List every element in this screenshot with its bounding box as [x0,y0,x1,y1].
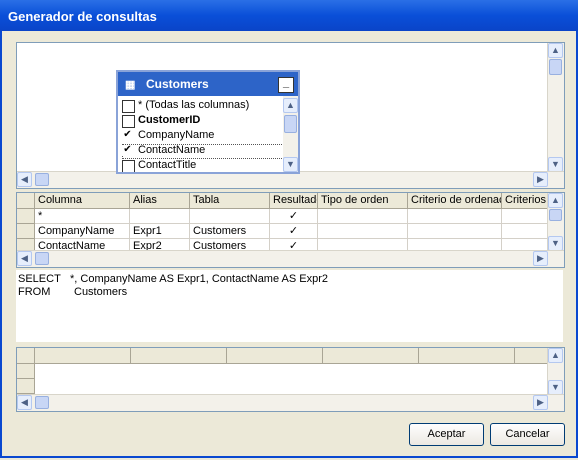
column-item[interactable]: ContactTitle [122,159,284,172]
scroll-up-icon[interactable]: ▲ [548,348,563,363]
column-label: ContactName [138,144,206,156]
scroll-thumb[interactable] [35,252,49,265]
cell-resultado-check-icon[interactable]: ✓ [270,209,318,224]
scroll-right-icon[interactable]: ▶ [533,395,548,410]
sql-pane[interactable]: SELECT *, CompanyName AS Expr1, ContactN… [16,270,563,342]
cell-criterio-ordenacion[interactable] [408,224,502,239]
results-vscroll[interactable]: ▲ ▼ [547,348,564,395]
scroll-thumb[interactable] [284,115,297,133]
scroll-up-icon[interactable]: ▲ [283,98,298,113]
cell-alias[interactable]: Expr1 [130,224,190,239]
column-item[interactable]: CustomerID [122,114,284,129]
cell-tabla[interactable] [190,209,270,224]
minimize-icon[interactable]: _ [278,77,294,93]
header-tipo-orden[interactable]: Tipo de orden [318,193,408,209]
results-header [419,348,515,364]
column-item[interactable]: * (Todas las columnas) [122,99,284,114]
cell-columna[interactable]: CompanyName [35,224,130,239]
table-header[interactable]: ▦ Customers _ [118,72,298,96]
scroll-left-icon[interactable]: ◀ [17,395,32,410]
row-selector[interactable] [17,209,35,224]
cell-criterios[interactable] [502,209,548,224]
grid-hscroll[interactable]: ◀ ▶ [17,250,564,267]
scroll-right-icon[interactable]: ▶ [533,172,548,187]
table-vscroll[interactable]: ▲ ▼ [283,96,298,172]
results-hscroll[interactable]: ◀ ▶ [17,394,564,411]
scroll-left-icon[interactable]: ◀ [17,251,32,266]
cell-tipo-orden[interactable] [318,209,408,224]
scroll-left-icon[interactable]: ◀ [17,172,32,187]
scroll-up-icon[interactable]: ▲ [548,193,563,208]
cell-tipo-orden[interactable] [318,224,408,239]
accept-button[interactable]: Aceptar [409,423,484,446]
grid-corner [17,193,35,209]
sql-select-keyword: SELECT [18,273,61,285]
header-alias[interactable]: Alias [130,193,190,209]
customers-table-box[interactable]: ▦ Customers _ * (Todas las columnas) Cus… [116,70,300,174]
header-resultado[interactable]: Resultado [270,193,318,209]
cell-tabla[interactable]: Customers [190,224,270,239]
column-label: CompanyName [138,129,215,141]
results-header [227,348,323,364]
checkbox[interactable] [122,160,135,172]
results-corner [17,348,35,364]
grid-vscroll[interactable]: ▲ ▼ [547,193,564,251]
checkbox[interactable] [122,100,135,113]
column-label: * (Todas las columnas) [138,99,250,111]
row-selector[interactable] [17,364,35,379]
scroll-thumb[interactable] [549,59,562,75]
results-header [323,348,419,364]
header-criterios[interactable]: Criterios [502,193,548,209]
column-label: ContactTitle [138,159,197,171]
cell-criterios[interactable] [502,224,548,239]
cell-alias[interactable] [130,209,190,224]
scroll-down-icon[interactable]: ▼ [548,236,563,251]
scroll-thumb[interactable] [35,396,49,409]
row-selector[interactable] [17,379,35,394]
scroll-down-icon[interactable]: ▼ [548,157,563,172]
header-criterio-ordenacion[interactable]: Criterio de ordenación [408,193,502,209]
cell-criterio-ordenacion[interactable] [408,209,502,224]
results-header [515,348,549,364]
column-label: CustomerID [138,114,201,126]
checkbox-checked[interactable]: ✔ [122,130,133,141]
sql-from-clause[interactable]: Customers [74,286,127,298]
grid-pane[interactable]: Columna Alias Tabla Resultado Tipo de or… [16,192,565,268]
column-item[interactable]: ✔ ContactName [122,144,284,159]
cell-columna[interactable]: * [35,209,130,224]
table-name: Customers [146,77,209,91]
checkbox-checked[interactable]: ✔ [122,145,133,156]
table-icon: ▦ [125,79,136,91]
header-tabla[interactable]: Tabla [190,193,270,209]
scroll-thumb[interactable] [35,173,49,186]
scroll-up-icon[interactable]: ▲ [548,43,563,58]
scroll-right-icon[interactable]: ▶ [533,251,548,266]
diagram-vscroll[interactable]: ▲ ▼ [547,43,564,172]
sql-from-keyword: FROM [18,286,51,298]
results-header [131,348,227,364]
cancel-button[interactable]: Cancelar [490,423,565,446]
column-item[interactable]: ✔ CompanyName [122,129,284,144]
window-title: Generador de consultas [8,9,157,24]
title-bar[interactable]: Generador de consultas [0,0,578,31]
scroll-thumb[interactable] [549,209,562,221]
cell-resultado-check-icon[interactable]: ✓ [270,224,318,239]
scroll-down-icon[interactable]: ▼ [548,380,563,395]
row-selector[interactable] [17,224,35,239]
results-header [35,348,131,364]
header-columna[interactable]: Columna [35,193,130,209]
checkbox[interactable] [122,115,135,128]
sql-select-clause[interactable]: *, CompanyName AS Expr1, ContactName AS … [70,273,328,285]
results-pane[interactable]: ▲ ▼ ◀ ▶ [16,347,565,412]
scroll-down-icon[interactable]: ▼ [283,157,298,172]
